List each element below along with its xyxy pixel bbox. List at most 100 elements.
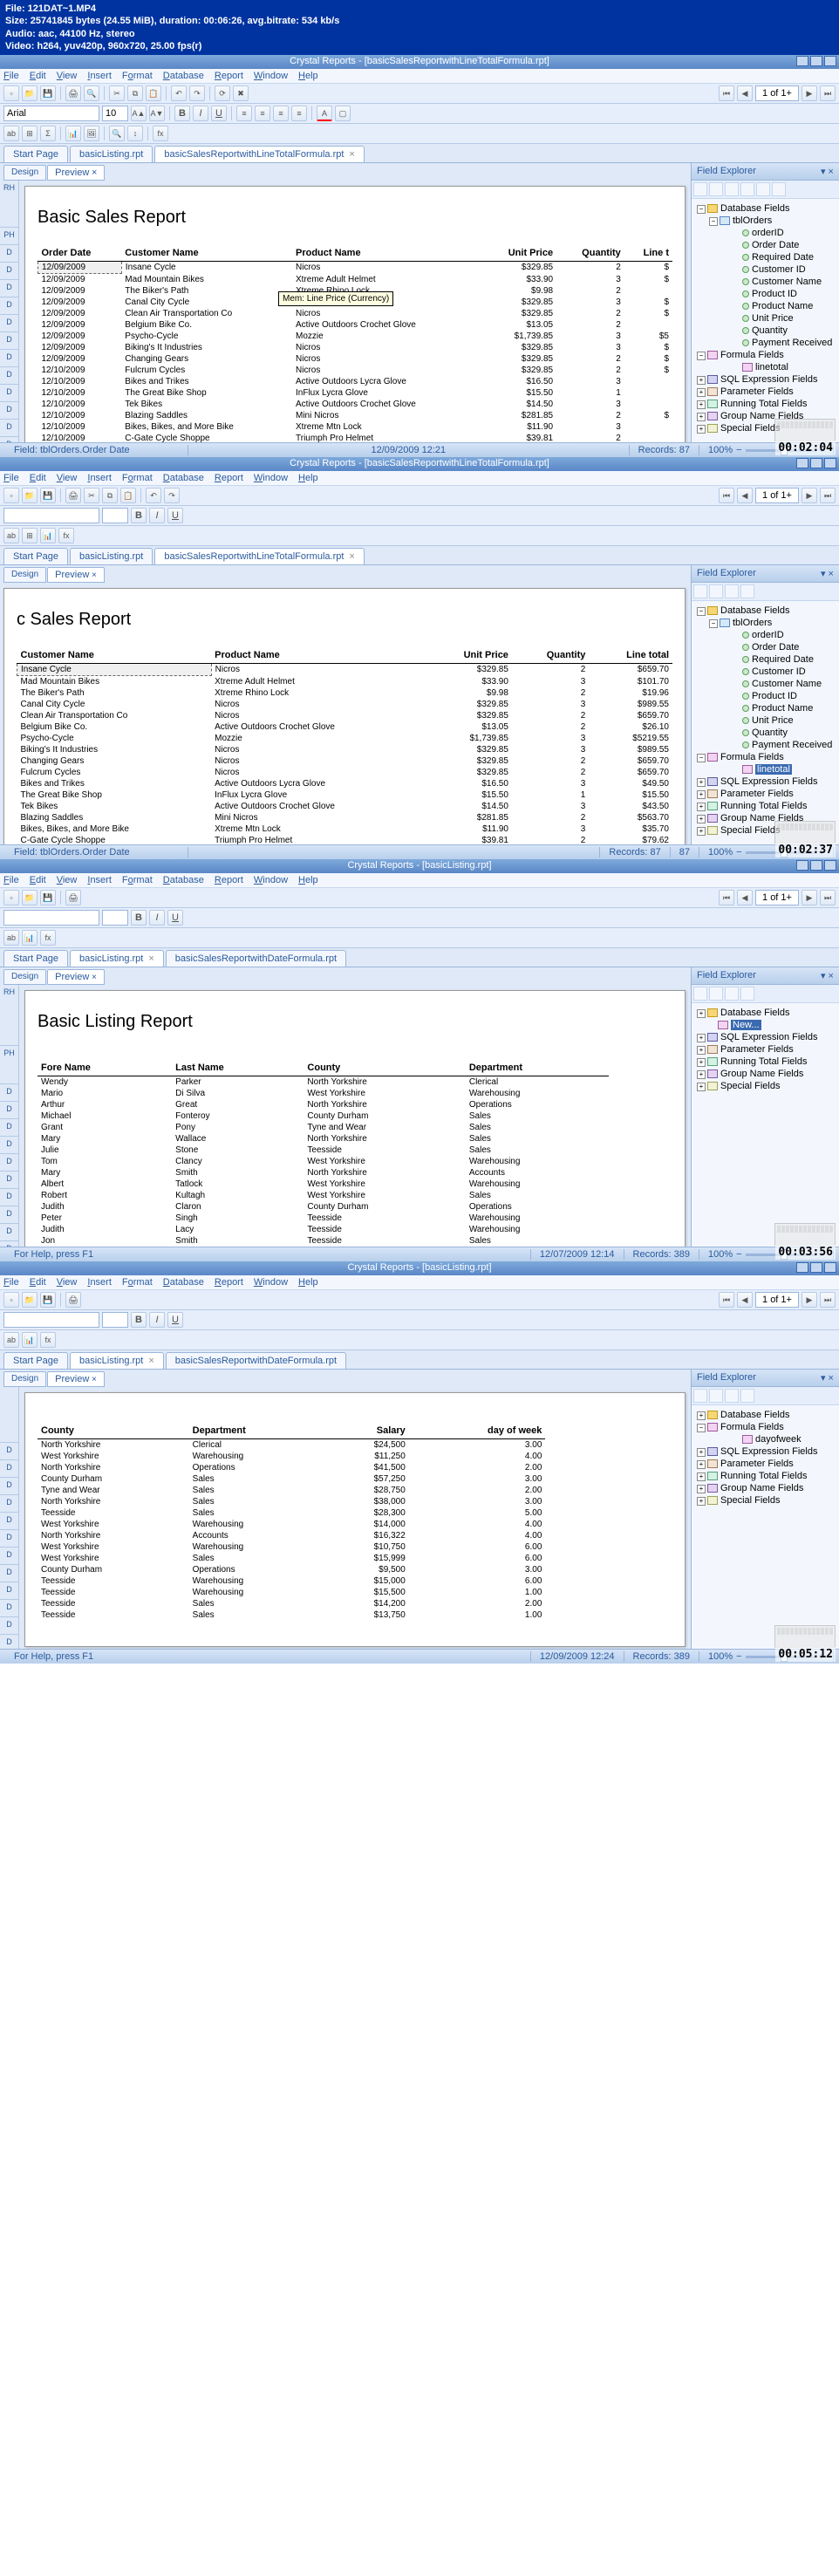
font-family-input[interactable] xyxy=(3,508,99,523)
node-sql-expression[interactable]: SQL Expression Fields xyxy=(695,1445,836,1458)
node-field[interactable]: Product Name xyxy=(720,300,836,312)
menu-database[interactable]: Database xyxy=(163,473,204,483)
panel-close-icon[interactable]: ▾ × xyxy=(821,166,834,177)
nav-last-icon[interactable]: ⏭ xyxy=(820,488,836,503)
menu-help[interactable]: Help xyxy=(298,875,318,885)
font-size-input[interactable] xyxy=(102,508,128,523)
underline-icon[interactable]: U xyxy=(167,508,183,523)
insert-chart-icon[interactable]: 📊 xyxy=(22,1332,38,1348)
font-grow-icon[interactable]: A▲ xyxy=(131,106,147,121)
insert-group-icon[interactable]: ⊞ xyxy=(22,126,38,141)
bold-icon[interactable]: B xyxy=(131,1312,147,1328)
page-indicator-input[interactable] xyxy=(755,85,799,101)
fe-edit-icon[interactable] xyxy=(725,584,739,598)
node-sql-expression[interactable]: SQL Expression Fields xyxy=(695,373,836,386)
node-formula-fields[interactable]: Formula Fields xyxy=(695,1421,836,1433)
menu-file[interactable]: File xyxy=(3,875,19,885)
close-button[interactable] xyxy=(824,1262,836,1273)
fe-new-icon[interactable] xyxy=(725,182,739,196)
nav-prev-icon[interactable]: ◀ xyxy=(737,85,753,101)
save-icon[interactable]: 💾 xyxy=(40,85,56,101)
node-tbl-orders[interactable]: tblOrders xyxy=(707,617,836,629)
menu-report[interactable]: Report xyxy=(215,875,243,885)
tab-basic-listing[interactable]: basicListing.rpt xyxy=(70,548,153,564)
redo-icon[interactable]: ↷ xyxy=(164,488,180,503)
tab-preview[interactable]: Preview × xyxy=(47,165,105,181)
tab-basic-listing[interactable]: basicListing.rpt xyxy=(70,146,153,162)
paste-icon[interactable]: 📋 xyxy=(120,488,136,503)
cut-icon[interactable]: ✂ xyxy=(84,488,99,503)
menu-report[interactable]: Report xyxy=(215,71,243,81)
node-tbl-orders[interactable]: tblOrders xyxy=(707,215,836,227)
preview-icon[interactable]: 🔍 xyxy=(84,85,99,101)
node-running-total[interactable]: Running Total Fields xyxy=(695,1056,836,1068)
fe-new-icon[interactable] xyxy=(709,1389,723,1403)
close-tab-icon[interactable]: × xyxy=(148,1356,153,1366)
insert-group-icon[interactable]: ⊞ xyxy=(22,528,38,543)
panel-close-icon[interactable]: ▾ × xyxy=(821,1372,834,1384)
fe-delete-icon[interactable] xyxy=(740,1389,754,1403)
node-field[interactable]: Order Date xyxy=(720,239,836,251)
insert-chart-icon[interactable]: 📊 xyxy=(22,930,38,946)
minimize-button[interactable] xyxy=(796,860,808,871)
node-formula-fields[interactable]: Formula Fields xyxy=(695,751,836,763)
open-icon[interactable]: 📁 xyxy=(22,488,38,503)
insert-picture-icon[interactable]: 🖼 xyxy=(84,126,99,141)
menu-view[interactable]: View xyxy=(57,875,78,885)
nav-last-icon[interactable]: ⏭ xyxy=(820,890,836,905)
new-icon[interactable]: ▫ xyxy=(3,85,19,101)
insert-text-icon[interactable]: ab xyxy=(3,528,19,543)
nav-next-icon[interactable]: ▶ xyxy=(801,488,817,503)
menu-database[interactable]: Database xyxy=(163,1277,204,1288)
font-family-input[interactable] xyxy=(3,910,99,926)
underline-icon[interactable]: U xyxy=(167,910,183,926)
bold-icon[interactable]: B xyxy=(131,508,147,523)
bold-icon[interactable]: B xyxy=(174,106,190,121)
stop-icon[interactable]: ✖ xyxy=(233,85,249,101)
menu-report[interactable]: Report xyxy=(215,1277,243,1288)
save-icon[interactable]: 💾 xyxy=(40,488,56,503)
fe-edit-icon[interactable] xyxy=(725,1389,739,1403)
close-button[interactable] xyxy=(824,458,836,468)
insert-chart-icon[interactable]: 📊 xyxy=(40,528,56,543)
node-field[interactable]: Customer ID xyxy=(720,263,836,276)
maximize-button[interactable] xyxy=(810,1262,822,1273)
open-icon[interactable]: 📁 xyxy=(22,890,38,905)
formula-workshop-icon[interactable]: fx xyxy=(58,528,74,543)
node-field[interactable]: Unit Price xyxy=(720,714,836,727)
underline-icon[interactable]: U xyxy=(211,106,227,121)
node-field[interactable]: Product Name xyxy=(720,702,836,714)
fe-insert-icon[interactable] xyxy=(693,1389,707,1403)
maximize-button[interactable] xyxy=(810,458,822,468)
menu-database[interactable]: Database xyxy=(163,71,204,81)
font-family-input[interactable] xyxy=(3,1312,99,1328)
node-dayofweek[interactable]: dayofweek xyxy=(720,1433,836,1445)
nav-last-icon[interactable]: ⏭ xyxy=(820,85,836,101)
tab-preview[interactable]: Preview × xyxy=(47,567,105,583)
fe-edit-icon[interactable] xyxy=(725,987,739,1001)
menu-help[interactable]: Help xyxy=(298,71,318,81)
tab-start-page[interactable]: Start Page xyxy=(3,1352,68,1369)
formula-workshop-icon[interactable]: fx xyxy=(40,1332,56,1348)
tab-start-page[interactable]: Start Page xyxy=(3,548,68,564)
node-sql-expression[interactable]: SQL Expression Fields xyxy=(695,1031,836,1043)
minimize-button[interactable] xyxy=(796,56,808,66)
nav-first-icon[interactable]: ⏮ xyxy=(719,1292,734,1308)
menu-window[interactable]: Window xyxy=(254,473,288,483)
close-tab-icon[interactable]: × xyxy=(148,953,153,964)
node-special-fields[interactable]: Special Fields xyxy=(695,1080,836,1092)
new-icon[interactable]: ▫ xyxy=(3,488,19,503)
menu-edit[interactable]: Edit xyxy=(30,71,46,81)
page-indicator-input[interactable] xyxy=(755,890,799,905)
redo-icon[interactable]: ↷ xyxy=(189,85,205,101)
menu-insert[interactable]: Insert xyxy=(87,875,112,885)
copy-icon[interactable]: ⧉ xyxy=(102,488,118,503)
menu-view[interactable]: View xyxy=(57,1277,78,1288)
tab-design[interactable]: Design xyxy=(3,165,46,181)
nav-prev-icon[interactable]: ◀ xyxy=(737,890,753,905)
copy-icon[interactable]: ⧉ xyxy=(127,85,143,101)
close-button[interactable] xyxy=(824,860,836,871)
nav-next-icon[interactable]: ▶ xyxy=(801,85,817,101)
tab-basic-sales-report[interactable]: basicSalesReportwithLineTotalFormula.rpt… xyxy=(154,548,364,564)
node-linetotal[interactable]: linetotal xyxy=(720,361,836,373)
